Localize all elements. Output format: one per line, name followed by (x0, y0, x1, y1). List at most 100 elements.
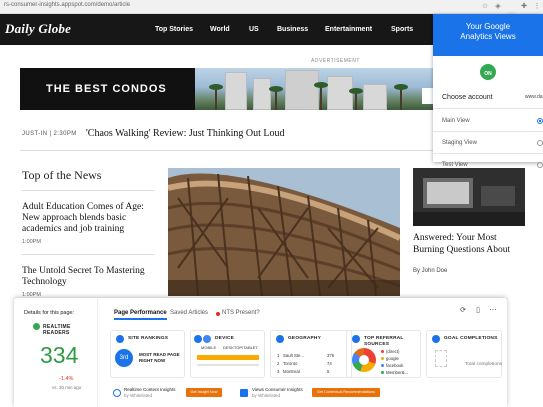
ticker-headline[interactable]: 'Chaos Walking' Review: Just Thinking Ou… (86, 128, 285, 139)
legend-item: Member&... (381, 370, 408, 375)
account-select[interactable]: www.da (525, 94, 543, 100)
extension-icon[interactable]: ◈ (494, 3, 502, 11)
choose-account-label: Choose account (442, 94, 493, 101)
nav-business[interactable]: Business (277, 26, 308, 33)
referral-icon (352, 335, 360, 343)
nav-world[interactable]: World (210, 26, 230, 33)
tab-page-performance[interactable]: Page Performance (114, 310, 167, 320)
nts-status-dot (216, 312, 220, 316)
get-recommendations-button[interactable]: Get Contextual Recommendations (312, 388, 380, 397)
divider (433, 131, 543, 132)
legend-item: (direct) (381, 349, 399, 354)
bottom-subtitle: by Whitelisted (124, 392, 153, 398)
legend-label: Member&... (386, 370, 409, 375)
geo-city: Toronto (283, 361, 298, 366)
story-time: 1:00PM (22, 239, 41, 245)
nav-top-stories[interactable]: Top Stories (155, 26, 193, 33)
realtime-label: REALTIME READERS (43, 324, 71, 336)
referral-sources-card[interactable]: TOP REFERRAL SOURCES (direct) google fac… (346, 330, 421, 378)
views-icon (240, 389, 248, 397)
geo-city: Sault Ste... (283, 353, 305, 358)
view-option-test[interactable]: Test View (442, 162, 468, 168)
divider (22, 254, 154, 255)
goal-text: Total completions (465, 362, 503, 367)
analytics-views-popup: Your Google Analytics Views ON Choose ac… (433, 14, 543, 168)
main-story-image[interactable] (168, 168, 400, 296)
side-story-headline[interactable]: Answered: Your Most Burning Questions Ab… (413, 232, 525, 256)
bookmark-icon[interactable]: ▯ (473, 306, 483, 316)
legend-desktop: DESKTOP/TABLET (223, 345, 258, 350)
legend-mobile: MOBILE (201, 345, 217, 350)
browser-window: rs-consumer-insights.appspot.com/demo/ar… (0, 0, 543, 407)
legend-item: facebook (381, 363, 403, 368)
geo-rank: 3 (277, 369, 280, 374)
views-insights-label: Views Consumer Insights by Whitelisted (252, 387, 318, 398)
side-story-byline: By John Doe (413, 268, 448, 274)
realtime-insights-label: Realtime Content Insights by Whitelisted (124, 387, 190, 398)
referral-donut-chart (352, 348, 376, 372)
ad-title: THE BEST CONDOS (46, 83, 167, 95)
star-icon[interactable]: ☆ (481, 3, 489, 11)
side-story-image[interactable] (413, 168, 525, 226)
divider (433, 108, 543, 109)
get-insight-button[interactable]: Get Insight Now (186, 388, 222, 397)
view-radio-staging[interactable] (537, 140, 543, 146)
goal-icon (432, 335, 440, 343)
puzzle-icon[interactable]: ✚ (520, 3, 528, 11)
legend-label: google (386, 356, 399, 361)
device-icon (194, 335, 202, 343)
geo-rank: 2 (277, 361, 280, 366)
ad-banner[interactable]: THE BEST CONDOS LEAS (20, 68, 445, 110)
menu-icon[interactable]: ⋮ (533, 3, 541, 11)
site-rankings-card[interactable]: SITE RANKINGS 3rd MOST READ PAGE RIGHT N… (110, 330, 185, 378)
realtime-icon (33, 323, 40, 330)
rank-value: 3rd (115, 349, 133, 367)
realtime-panel: Details for this page: REALTIME READERS … (14, 298, 98, 407)
device-share-bar (197, 355, 259, 360)
view-option-main[interactable]: Main View (442, 118, 470, 124)
geo-rank: 1 (277, 353, 280, 358)
device-card[interactable]: DEVICE MOBILE DESKTOP/TABLET (190, 330, 265, 378)
view-option-staging[interactable]: Staging View (442, 140, 477, 146)
card-title: TOP REFERRAL SOURCES (364, 336, 404, 347)
nav-sports[interactable]: Sports (391, 26, 413, 33)
geo-city: Montreal (283, 369, 300, 374)
geo-value: 5 (327, 369, 330, 374)
story-headline[interactable]: Adult Education Comes of Age: New approa… (22, 202, 158, 235)
view-radio-test[interactable] (537, 162, 543, 168)
device-icon (203, 335, 211, 343)
details-label: Details for this page: (24, 310, 75, 316)
more-icon[interactable]: ⋯ (488, 306, 498, 316)
tab-saved-articles[interactable]: Saved Articles (170, 310, 208, 316)
card-title: DEVICE (215, 336, 235, 341)
nav-entertainment[interactable]: Entertainment (325, 26, 372, 33)
goal-chart-placeholder (435, 350, 447, 367)
just-in-label: JUST-IN | 2:30PM (22, 131, 77, 137)
goal-completions-card[interactable]: GOAL COMPLETIONS Total completions (426, 330, 502, 378)
divider (433, 153, 543, 154)
insights-panel: Details for this page: REALTIME READERS … (14, 298, 507, 407)
refresh-icon[interactable]: ⟳ (458, 306, 468, 316)
geo-value: 74 (327, 361, 332, 366)
ad-image (195, 68, 445, 110)
view-radio-main[interactable] (537, 118, 543, 124)
legend-label: facebook (386, 363, 404, 368)
geo-value: 376 (327, 353, 335, 358)
realtime-change: -1.4% (59, 376, 74, 382)
url-text[interactable]: rs-consumer-insights.appspot.com/demo/ar… (4, 2, 130, 8)
card-title: GOAL COMPLETIONS (444, 336, 498, 341)
site-logo[interactable]: Daily Globe (5, 21, 71, 37)
nav-us[interactable]: US (249, 26, 259, 33)
rankings-icon (116, 335, 124, 343)
story-headline[interactable]: The Untold Secret To Mastering Technolog… (22, 266, 158, 288)
realtime-readers-count: 334 (40, 342, 79, 368)
tab-nts-present[interactable]: NTS Present? (222, 310, 260, 316)
legend-item: google (381, 356, 399, 361)
ad-label: ADVERTISEMENT (311, 58, 360, 64)
legend-label: (direct) (386, 349, 400, 354)
address-bar[interactable]: rs-consumer-insights.appspot.com/demo/ar… (0, 0, 543, 21)
rank-description: MOST READ PAGE RIGHT NOW (139, 352, 180, 363)
toggle-on-button[interactable]: ON (478, 62, 498, 82)
geography-card[interactable]: GEOGRAPHY 1 Sault Ste... 376 2 Toronto 7… (270, 330, 352, 378)
card-title: SITE RANKINGS (128, 336, 169, 341)
